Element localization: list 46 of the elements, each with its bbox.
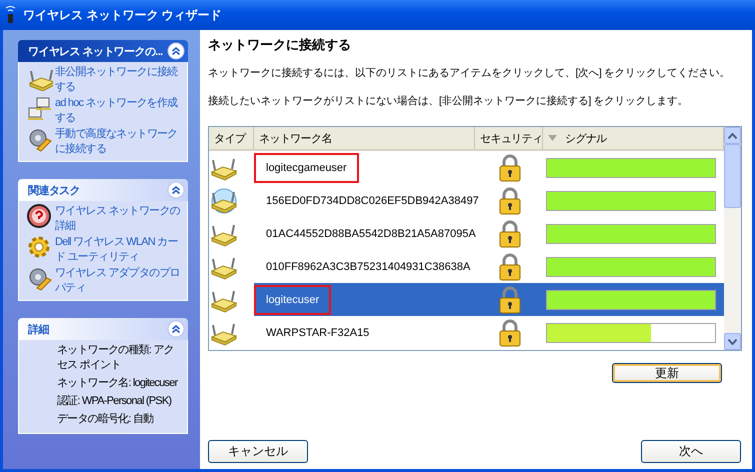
network-name[interactable]: 010FF8962A3C3B75231404931C38638A — [254, 252, 482, 282]
task-link[interactable]: ad hoc ネットワークを作成する — [55, 96, 183, 126]
column-header[interactable]: タイプ — [209, 127, 254, 149]
next-button[interactable]: 次へ — [641, 440, 741, 463]
chevron-up-icon — [728, 132, 737, 138]
antenna-icon — [5, 6, 17, 24]
router-icon — [209, 186, 239, 214]
chevron-down-icon — [728, 338, 737, 344]
help-icon — [27, 204, 53, 230]
collapse-button[interactable] — [167, 42, 185, 60]
task-link[interactable]: Dell ワイヤレス WLAN カード ユーティリティ — [55, 235, 183, 265]
chevron-icon — [167, 42, 185, 60]
chevron-icon — [167, 181, 185, 199]
cancel-button[interactable]: キャンセル — [208, 440, 308, 463]
panel-title: ワイヤレス ネットワークの... — [28, 44, 163, 58]
detail-text: ネットワークの種類: アクセス ポイント — [56, 343, 175, 373]
scrollbar[interactable] — [724, 127, 741, 350]
instruction-text: 接続したいネットワークがリストにない場合は、[非公開ネットワークに接続する] をクリックします。 — [208, 94, 689, 108]
panel-title: 関連タスク — [28, 184, 80, 198]
panel-title: 詳細 — [28, 322, 49, 336]
tools-icon — [27, 127, 53, 153]
network-name[interactable]: 156ED0FD734DD8C026EF5DB942A38497 — [254, 186, 491, 216]
task-link[interactable]: 手動で高度なネットワークに接続する — [55, 127, 183, 157]
scroll-up-button[interactable] — [724, 127, 741, 144]
task-link[interactable]: ワイヤレス アダプタのプロパティ — [55, 266, 183, 296]
network-name[interactable]: logitecuser — [254, 284, 332, 314]
window-title: ワイヤレス ネットワーク ウィザード — [23, 6, 222, 24]
task-link[interactable]: ワイヤレス ネットワークの詳細 — [55, 204, 183, 234]
column-header[interactable]: セキュリティ — [475, 127, 543, 149]
tools-icon — [27, 266, 53, 292]
collapse-button[interactable] — [167, 320, 185, 338]
chevron-icon — [167, 320, 185, 338]
network-name[interactable]: 01AC44552D88BA5542D8B21A5A87095A — [254, 218, 488, 248]
network-name[interactable]: WARPSTAR-F32A15 — [254, 318, 382, 348]
refresh-button[interactable]: 更新 — [612, 363, 722, 383]
scroll-thumb[interactable] — [724, 144, 741, 208]
network-name[interactable]: logitecgameuser — [254, 152, 359, 182]
detail-text: 認証: WPA-Personal (PSK) — [56, 394, 172, 409]
instruction-text: ネットワークに接続するには、以下のリストにあるアイテムをクリックして、[次へ] をクリックしてください。 — [208, 66, 731, 80]
collapse-button[interactable] — [167, 181, 185, 199]
detail-text: ネットワーク名: logitecuser — [56, 376, 179, 391]
computers-icon — [27, 96, 53, 122]
column-header[interactable]: ネットワーク名 — [254, 127, 475, 149]
scroll-down-button[interactable] — [724, 333, 741, 350]
detail-text: データの暗号化: 自動 — [56, 412, 154, 427]
page-heading: ネットワークに接続する — [208, 36, 352, 54]
